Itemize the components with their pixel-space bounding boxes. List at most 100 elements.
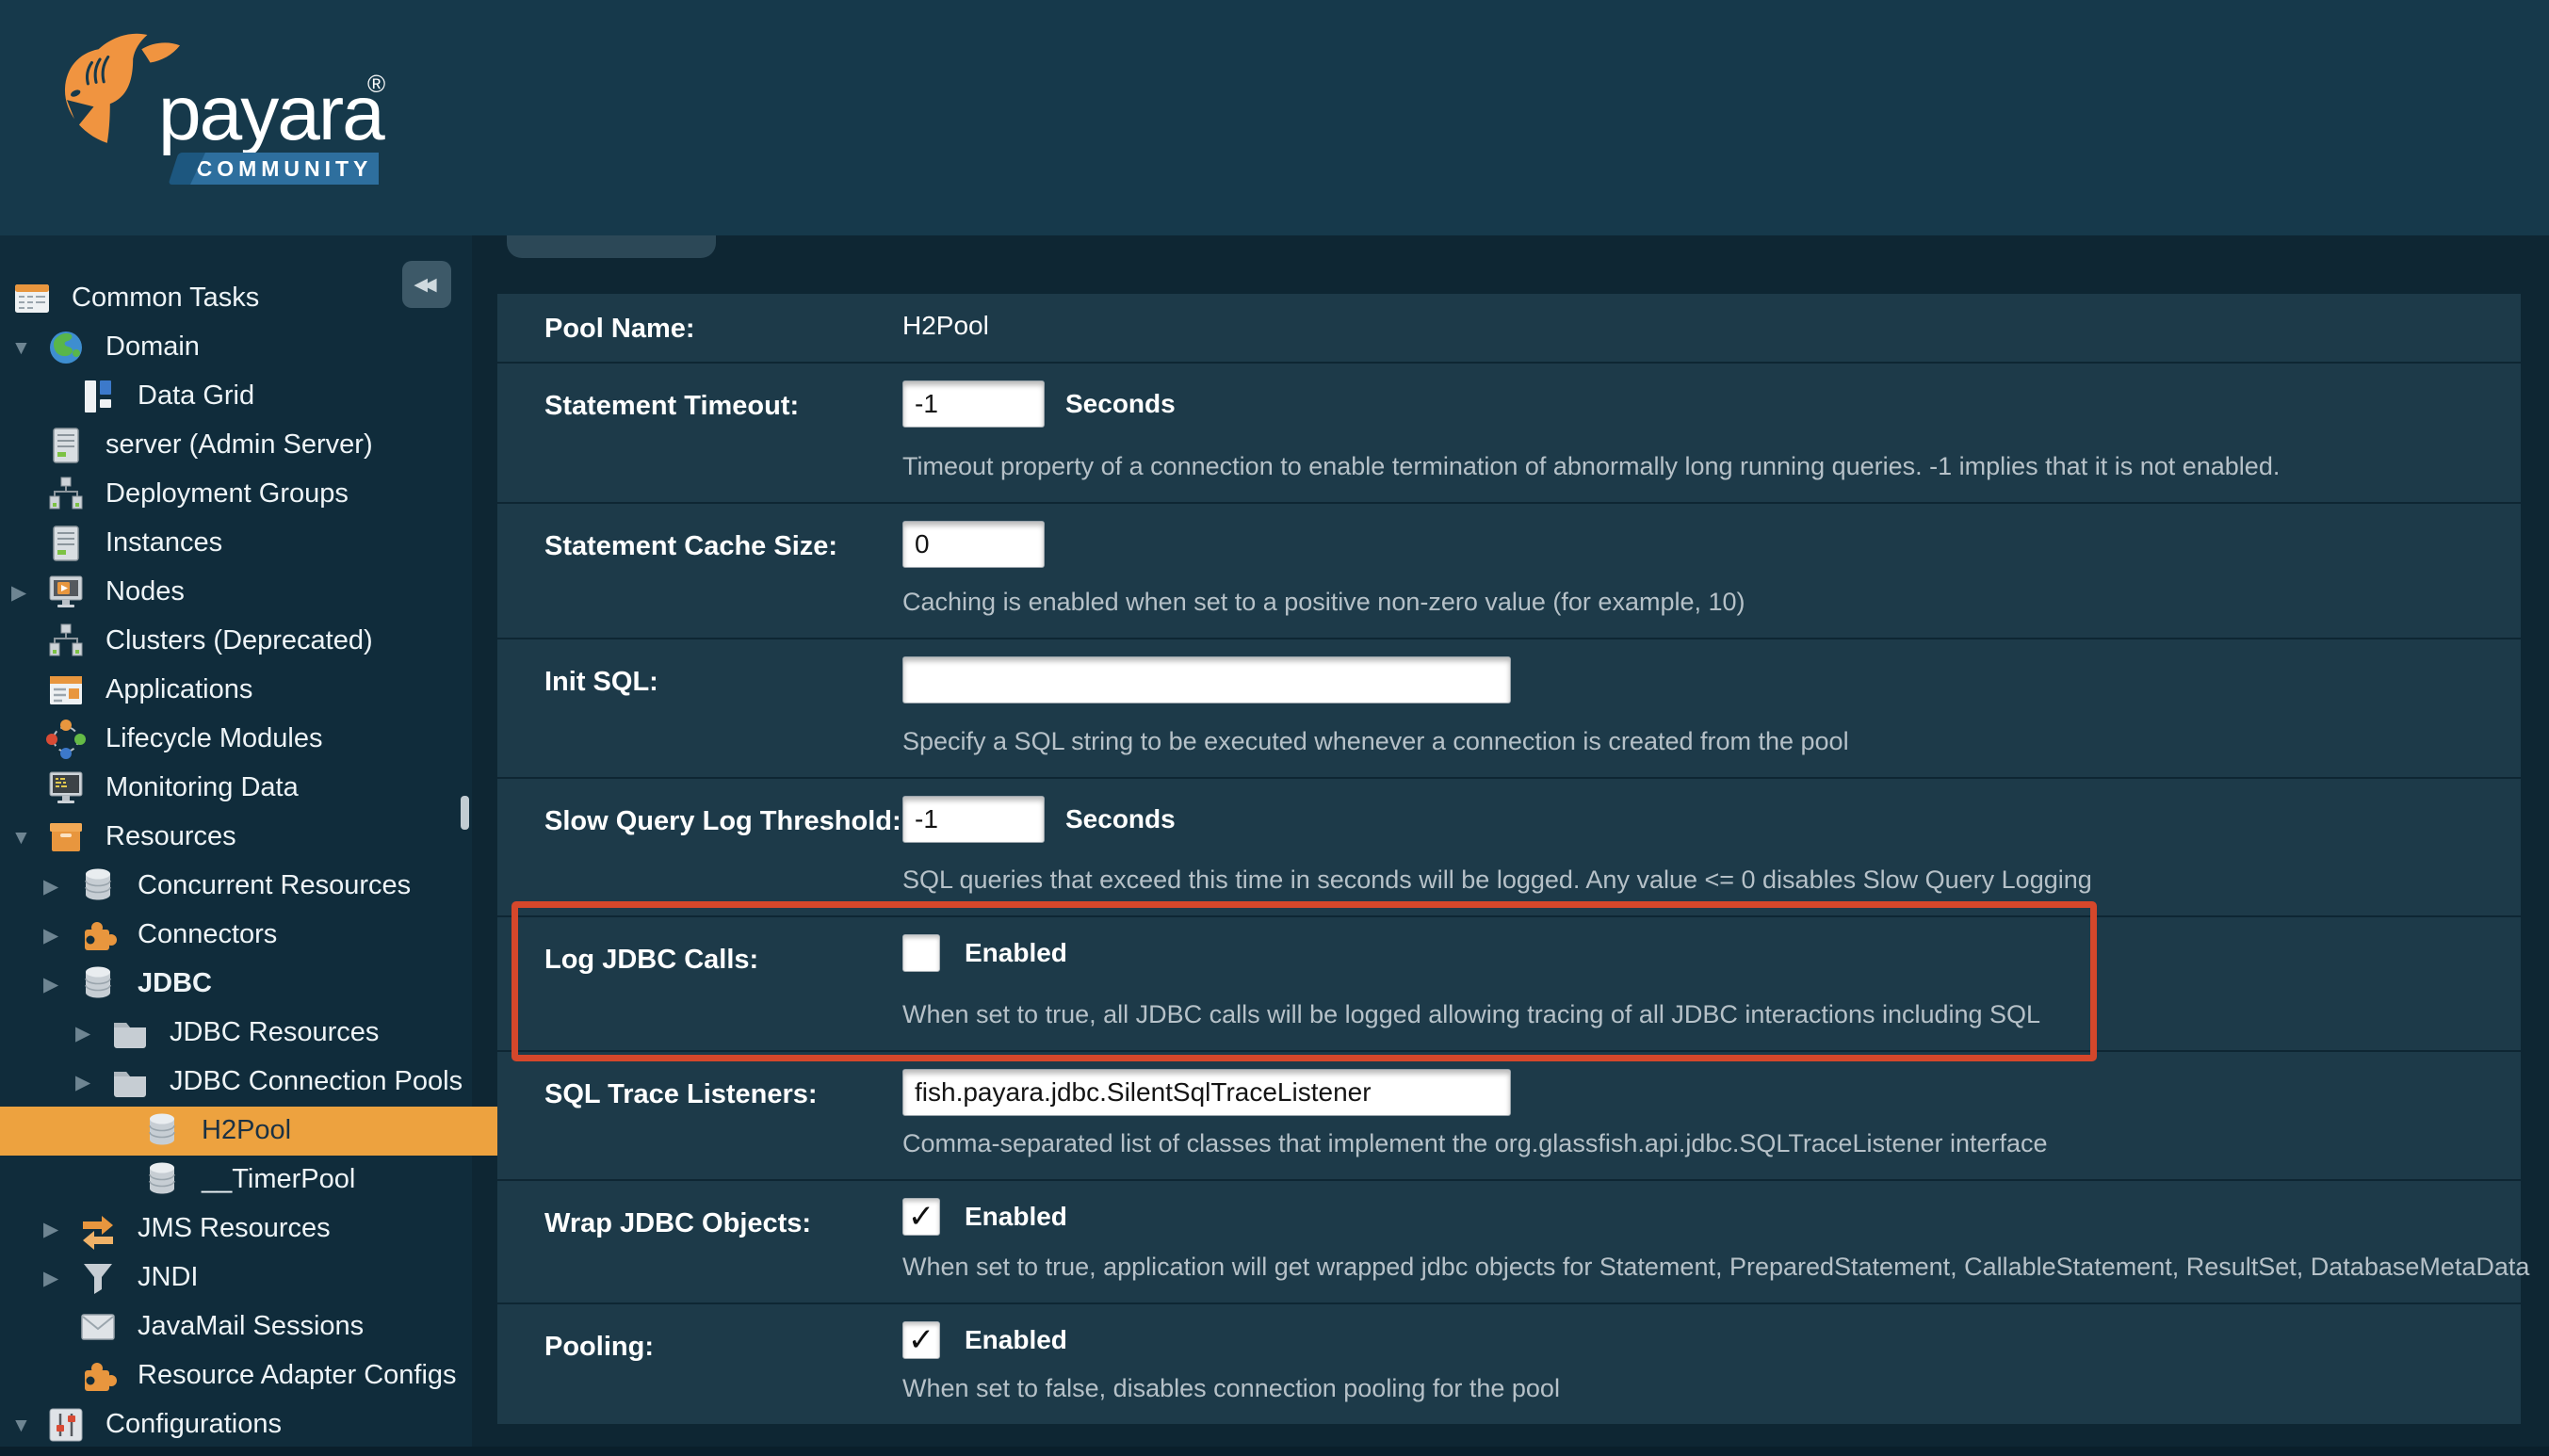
folder-icon <box>109 1061 151 1103</box>
sidebar-item-label: Clusters (Deprecated) <box>106 626 373 656</box>
sidebar-item-connectors[interactable]: ▶ Connectors <box>0 911 515 960</box>
sidebar-item-label: server (Admin Server) <box>106 430 373 461</box>
sidebar-item-jdbc-connection-pools[interactable]: ▶ JDBC Connection Pools <box>0 1058 547 1107</box>
expand-right-icon[interactable]: ▶ <box>75 1073 109 1092</box>
log-jdbc-calls-checkbox[interactable] <box>902 934 940 972</box>
sidebar-item-data-grid[interactable]: Data Grid <box>0 372 515 421</box>
sidebar-item-clusters-deprecated[interactable]: Clusters (Deprecated) <box>0 617 483 666</box>
form-row-wrap-jdbc-objects: Wrap JDBC Objects:✓EnabledWhen set to tr… <box>497 1181 2521 1302</box>
configurations-icon <box>45 1404 87 1446</box>
init-sql-input[interactable] <box>902 656 1511 704</box>
sidebar-item-timerpool[interactable]: __TimerPool <box>0 1156 579 1205</box>
folder-icon <box>109 1012 151 1054</box>
expand-right-icon[interactable]: ▶ <box>75 1024 109 1043</box>
sidebar-item-jms-resources[interactable]: ▶JMS Resources <box>0 1205 515 1254</box>
expand-right-icon[interactable]: ▶ <box>43 877 77 897</box>
form-row-log-jdbc-calls: Log JDBC Calls:EnabledWhen set to true, … <box>497 917 2521 1050</box>
sidebar-item-monitoring-data[interactable]: Monitoring Data <box>0 764 483 813</box>
brand-name: payara <box>158 70 383 158</box>
field-label: Init SQL: <box>544 666 658 699</box>
sidebar-item-h2pool[interactable]: H2Pool <box>0 1107 579 1156</box>
wrap-jdbc-objects-checkbox[interactable]: ✓ <box>902 1198 940 1236</box>
bottom-edge-strip <box>0 1447 2549 1456</box>
expand-down-icon[interactable]: ▼ <box>11 828 45 848</box>
database-icon <box>77 866 119 907</box>
statement-cache-size-input[interactable] <box>902 521 1045 568</box>
sidebar-collapse-button[interactable]: ◀◀ <box>402 261 451 308</box>
form-row-pooling: Pooling:✓EnabledWhen set to false, disab… <box>497 1304 2521 1424</box>
server-icon <box>45 523 87 564</box>
resources-icon <box>45 817 87 858</box>
field-label: Statement Cache Size: <box>544 530 837 563</box>
payara-logo: payara ® COMMUNITY <box>47 28 443 207</box>
sidebar-item-jndi[interactable]: ▶JNDI <box>0 1254 515 1302</box>
sidebar-item-label: Connectors <box>138 920 277 950</box>
sidebar-item-server-admin-server[interactable]: server (Admin Server) <box>0 421 483 470</box>
sidebar-item-label: JDBC Connection Pools <box>170 1067 463 1097</box>
expand-down-icon[interactable]: ▼ <box>11 338 45 358</box>
sidebar-item-instances[interactable]: Instances <box>0 519 483 568</box>
sidebar-item-label: Domain <box>106 332 200 363</box>
sidebar-item-resource-adapter-configs[interactable]: Resource Adapter Configs <box>0 1351 515 1400</box>
sidebar-item-concurrent-resources[interactable]: ▶ Concurrent Resources <box>0 862 515 911</box>
expand-right-icon[interactable]: ▶ <box>43 1220 77 1239</box>
slow-query-log-threshold-input[interactable] <box>902 796 1045 843</box>
database-icon <box>141 1110 183 1152</box>
statement-timeout-input[interactable] <box>902 380 1045 428</box>
sidebar-item-jdbc-resources[interactable]: ▶JDBC Resources <box>0 1009 547 1058</box>
cluster-icon <box>45 474 87 515</box>
sidebar-item-label: JDBC <box>138 969 212 999</box>
database-icon <box>141 1159 183 1201</box>
funnel-icon <box>77 1257 119 1299</box>
field-description: Caching is enabled when set to a positiv… <box>902 588 1745 617</box>
community-badge: COMMUNITY <box>190 153 379 185</box>
registered-mark: ® <box>367 70 385 99</box>
form-row-statement-timeout: Statement Timeout:SecondsTimeout propert… <box>497 364 2521 502</box>
pooling-checkbox[interactable]: ✓ <box>902 1321 940 1359</box>
content-tab-stub[interactable] <box>507 235 716 258</box>
envelope-icon <box>77 1306 119 1348</box>
field-label: Statement Timeout: <box>544 390 799 423</box>
sidebar-item-label: Nodes <box>106 577 185 607</box>
sidebar-item-javamail-sessions[interactable]: JavaMail Sessions <box>0 1302 515 1351</box>
field-description: When set to true, all JDBC calls will be… <box>902 1000 2040 1029</box>
form-row-slow-query-log-threshold: Slow Query Log Threshold:SecondsSQL quer… <box>497 779 2521 915</box>
domain-icon <box>45 327 87 368</box>
sql-trace-listeners-input[interactable] <box>902 1069 1511 1116</box>
expand-right-icon[interactable]: ▶ <box>43 975 77 995</box>
sidebar-item-label: Common Tasks <box>72 283 259 314</box>
sidebar-item-nodes[interactable]: ▶ Nodes <box>0 568 483 617</box>
expand-right-icon[interactable]: ▶ <box>43 1269 77 1288</box>
database-icon <box>77 963 119 1005</box>
monitoring-icon <box>45 768 87 809</box>
sidebar-item-label: Resource Adapter Configs <box>138 1361 457 1391</box>
expand-down-icon[interactable]: ▼ <box>11 1416 45 1435</box>
field-label: Pool Name: <box>544 313 695 346</box>
sidebar-item-label: Concurrent Resources <box>138 871 411 901</box>
sidebar-item-label: Lifecycle Modules <box>106 724 323 754</box>
field-description: Comma-separated list of classes that imp… <box>902 1129 2048 1158</box>
expand-right-icon[interactable]: ▶ <box>43 926 77 946</box>
sidebar-item-deployment-groups[interactable]: Deployment Groups <box>0 470 483 519</box>
checkbox-label: Enabled <box>965 938 1067 968</box>
applications-icon <box>45 670 87 711</box>
form-row-pool-name: Pool Name:H2Pool <box>497 294 2521 362</box>
sidebar-item-domain[interactable]: ▼ Domain <box>0 323 483 372</box>
sidebar-item-jdbc[interactable]: ▶ JDBC <box>0 960 515 1009</box>
sidebar-item-applications[interactable]: Applications <box>0 666 483 715</box>
sidebar-item-label: Applications <box>106 675 252 705</box>
sidebar-item-configurations[interactable]: ▼Configurations <box>0 1400 483 1449</box>
jms-icon <box>77 1208 119 1250</box>
checkbox-label: Enabled <box>965 1202 1067 1232</box>
sidebar-nav-tree: Common Tasks▼DomainData Gridserver (Admi… <box>0 235 472 1456</box>
expand-right-icon[interactable]: ▶ <box>11 583 45 603</box>
common-tasks-icon <box>11 278 53 319</box>
form-row-sql-trace-listeners: SQL Trace Listeners: Comma-separated list… <box>497 1052 2521 1179</box>
sidebar-scrollbar-thumb[interactable] <box>461 796 469 830</box>
field-label: SQL Trace Listeners: <box>544 1078 818 1111</box>
sidebar-item-lifecycle-modules[interactable]: Lifecycle Modules <box>0 715 483 764</box>
form-row-init-sql: Init SQL:Specify a SQL string to be exec… <box>497 639 2521 777</box>
sidebar-item-resources[interactable]: ▼Resources <box>0 813 483 862</box>
sidebar-item-label: Deployment Groups <box>106 479 349 510</box>
sidebar-item-label: JavaMail Sessions <box>138 1312 364 1342</box>
